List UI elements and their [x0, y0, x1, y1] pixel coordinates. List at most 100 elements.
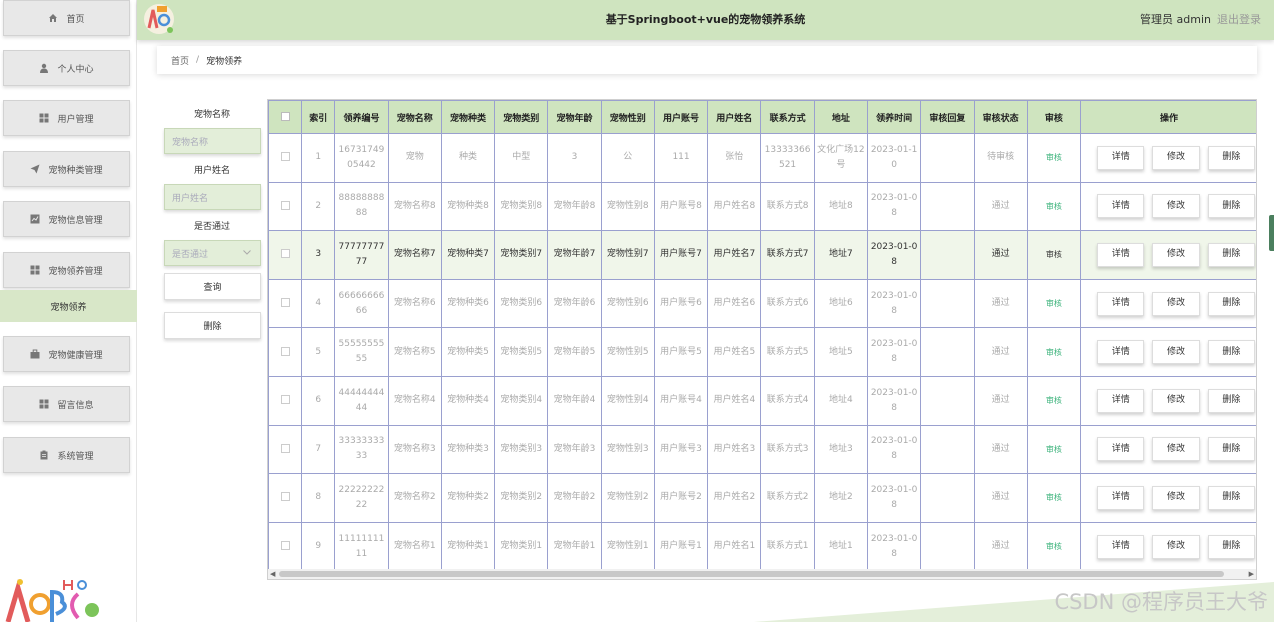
horizontal-scrollbar[interactable]: ◀ ▶: [268, 569, 1256, 579]
detail-button[interactable]: 详情: [1097, 340, 1145, 365]
edit-button[interactable]: 修改: [1152, 485, 1200, 510]
detail-button[interactable]: 详情: [1097, 242, 1145, 267]
cell-gender: 宠物性别8: [600, 181, 655, 232]
edit-button[interactable]: 修改: [1152, 145, 1200, 170]
delete-button[interactable]: 删除: [1207, 485, 1256, 510]
cell-name: 宠物名称4: [387, 375, 442, 426]
sidebar-item-label: 宠物领养管理: [48, 266, 103, 277]
table-row[interactable]: 8 2222222222 宠物名称2 宠物种类2 宠物类别2 宠物年龄2 宠物性别2 用户账号…: [268, 473, 1256, 523]
detail-button[interactable]: 详情: [1097, 485, 1145, 510]
scrollbar-thumb[interactable]: [279, 571, 1224, 577]
batch-delete-button[interactable]: 删除: [164, 312, 261, 339]
detail-button[interactable]: 详情: [1097, 388, 1145, 413]
row-checkbox[interactable]: [268, 424, 303, 475]
grid-icon: [30, 265, 40, 275]
table-row[interactable]: 1 1673174905442 宠物 种类 中型 3 公 111 张怡 13333366521 文化…: [268, 133, 1256, 183]
row-checkbox[interactable]: [268, 133, 303, 183]
sidebar-item-label: 首页: [66, 14, 85, 25]
edit-button[interactable]: 修改: [1152, 242, 1200, 267]
cell-reply: [920, 424, 975, 475]
cell-age: 宠物年龄3: [547, 424, 602, 475]
edit-button[interactable]: 修改: [1152, 194, 1200, 219]
sidebar-item-pet-info[interactable]: 宠物信息管理: [3, 201, 130, 237]
cell-name: 宠物: [387, 133, 442, 183]
delete-button[interactable]: 删除: [1207, 194, 1256, 219]
sidebar: 首页 个人中心 用户管理 宠物种类管理 宠物信息管理 宠物领养管理 宠物领养 宠…: [0, 0, 137, 622]
audit-link[interactable]: 审核: [1026, 133, 1082, 183]
cell-category: 宠物类别5: [494, 327, 549, 377]
cell-username: 用户姓名3: [707, 424, 762, 475]
sidebar-item-users[interactable]: 用户管理: [3, 100, 130, 136]
sidebar-item-pet-kind[interactable]: 宠物种类管理: [3, 151, 130, 187]
delete-button[interactable]: 删除: [1207, 291, 1256, 316]
table-row[interactable]: 3 7777777777 宠物名称7 宠物种类7 宠物类别7 宠物年龄7 宠物性别7 用户账号…: [268, 230, 1256, 280]
sidebar-item-adoption-mgmt[interactable]: 宠物领养管理: [3, 252, 130, 288]
cell-phone: 联系方式1: [760, 521, 815, 572]
sidebar-subitem-adoption[interactable]: 宠物领养: [0, 290, 137, 322]
edit-button[interactable]: 修改: [1152, 437, 1200, 462]
cell-age: 3: [547, 133, 602, 183]
table-row[interactable]: 5 5555555555 宠物名称5 宠物种类5 宠物类别5 宠物年龄5 宠物性别5 用户账号…: [268, 327, 1256, 377]
row-checkbox[interactable]: [268, 230, 303, 280]
sidebar-item-profile[interactable]: 个人中心: [3, 50, 130, 86]
audit-link[interactable]: 审核: [1026, 327, 1082, 377]
cell-username: 用户姓名4: [707, 375, 762, 426]
detail-button[interactable]: 详情: [1097, 534, 1145, 559]
edit-button[interactable]: 修改: [1152, 388, 1200, 413]
grid-icon: [39, 399, 49, 409]
delete-button[interactable]: 删除: [1207, 242, 1256, 267]
delete-button[interactable]: 删除: [1207, 437, 1256, 462]
pet-name-input[interactable]: 宠物名称: [164, 128, 261, 154]
breadcrumb-current: 宠物领养: [206, 56, 243, 67]
edit-button[interactable]: 修改: [1152, 291, 1200, 316]
side-drawer-handle[interactable]: [1269, 215, 1274, 251]
row-checkbox[interactable]: [268, 375, 303, 426]
select-all-checkbox[interactable]: [268, 100, 303, 134]
sidebar-item-system[interactable]: 系统管理: [3, 437, 130, 473]
table-row[interactable]: 2 8888888888 宠物名称8 宠物种类8 宠物类别8 宠物年龄8 宠物性别8 用户账号…: [268, 181, 1256, 232]
table-row[interactable]: 4 6666666666 宠物名称6 宠物种类6 宠物类别6 宠物年龄6 宠物性别6 用户账号…: [268, 278, 1256, 329]
table-row[interactable]: 6 4444444444 宠物名称4 宠物种类4 宠物类别4 宠物年龄4 宠物性别4 用户账号…: [268, 375, 1256, 426]
audit-link[interactable]: 审核: [1026, 424, 1082, 475]
cell-no: 3333333333: [334, 424, 389, 475]
audit-link[interactable]: 审核: [1026, 278, 1082, 329]
cell-username: 用户姓名8: [707, 181, 762, 232]
row-checkbox[interactable]: [268, 521, 303, 572]
table-row[interactable]: 7 3333333333 宠物名称3 宠物种类3 宠物类别3 宠物年龄3 宠物性别3 用户账号…: [268, 424, 1256, 475]
audit-link[interactable]: 审核: [1026, 230, 1082, 280]
passed-select[interactable]: 是否通过: [164, 240, 261, 266]
table-row[interactable]: 9 1111111111 宠物名称1 宠物种类1 宠物类别1 宠物年龄1 宠物性别1 用户账号…: [268, 521, 1256, 572]
detail-button[interactable]: 详情: [1097, 145, 1145, 170]
edit-button[interactable]: 修改: [1152, 340, 1200, 365]
delete-button[interactable]: 删除: [1207, 388, 1256, 413]
delete-button[interactable]: 删除: [1207, 534, 1256, 559]
audit-link[interactable]: 审核: [1026, 473, 1082, 523]
query-button[interactable]: 查询: [164, 273, 261, 300]
scroll-left-icon[interactable]: ◀: [270, 569, 275, 579]
row-actions: 详情 修改 删除: [1080, 133, 1256, 183]
cell-category: 宠物类别6: [494, 278, 549, 329]
sidebar-item-health[interactable]: 宠物健康管理: [3, 336, 130, 372]
logout-link[interactable]: 退出登录: [1217, 13, 1261, 26]
sidebar-item-home[interactable]: 首页: [3, 0, 130, 36]
row-checkbox[interactable]: [268, 181, 303, 232]
row-checkbox[interactable]: [268, 278, 303, 329]
detail-button[interactable]: 详情: [1097, 194, 1145, 219]
breadcrumb-home[interactable]: 首页: [171, 54, 189, 67]
cell-username: 用户姓名6: [707, 278, 762, 329]
audit-link[interactable]: 审核: [1026, 181, 1082, 232]
audit-link[interactable]: 审核: [1026, 375, 1082, 426]
delete-button[interactable]: 删除: [1207, 145, 1256, 170]
edit-button[interactable]: 修改: [1152, 534, 1200, 559]
scroll-right-icon[interactable]: ▶: [1249, 569, 1254, 579]
delete-button[interactable]: 删除: [1207, 340, 1256, 365]
detail-button[interactable]: 详情: [1097, 291, 1145, 316]
sidebar-item-messages[interactable]: 留言信息: [3, 386, 130, 422]
detail-button[interactable]: 详情: [1097, 437, 1145, 462]
user-name-input[interactable]: 用户姓名: [164, 184, 261, 210]
row-checkbox[interactable]: [268, 473, 303, 523]
audit-link[interactable]: 审核: [1026, 521, 1082, 572]
cell-index: 6: [301, 375, 336, 426]
row-checkbox[interactable]: [268, 327, 303, 377]
cell-age: 宠物年龄8: [547, 181, 602, 232]
